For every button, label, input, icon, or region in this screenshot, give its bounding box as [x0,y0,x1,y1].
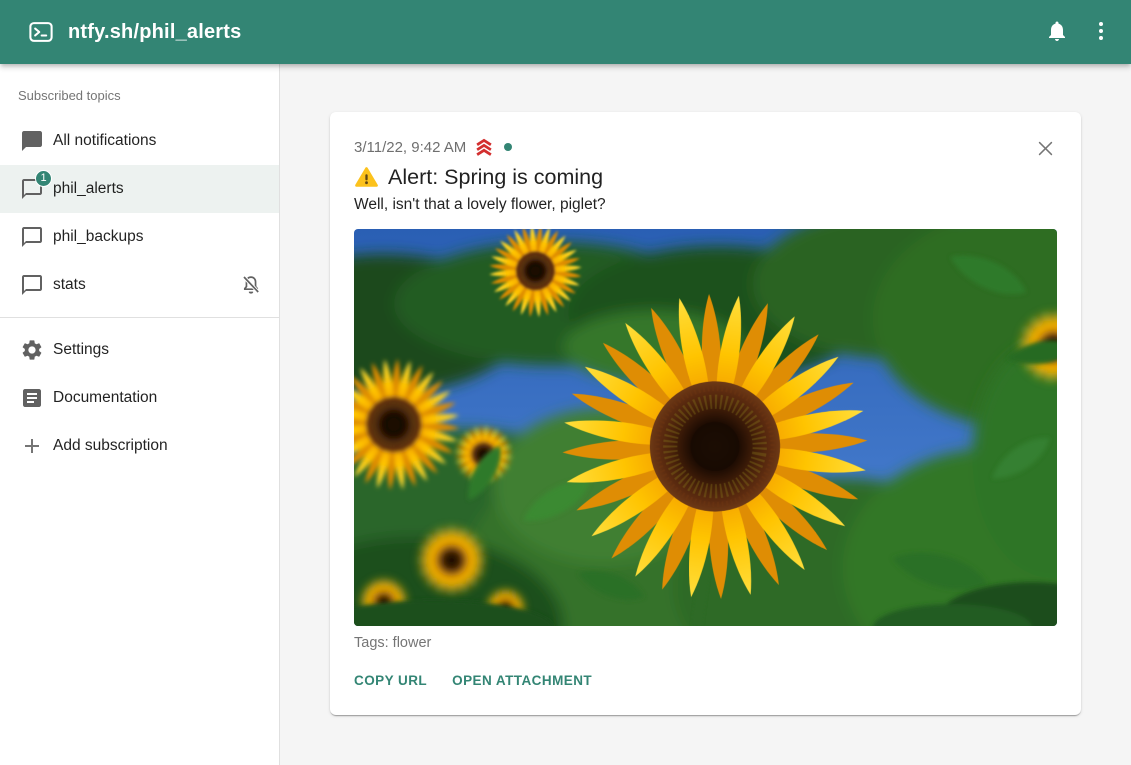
notification-card: 3/11/22, 9:42 AM A [330,112,1081,715]
page-title: ntfy.sh/phil_alerts [68,21,241,44]
sidebar-item-label: Add subscription [53,437,168,455]
sidebar-item-label: stats [53,276,86,294]
main-content: 3/11/22, 9:42 AM A [280,0,1131,715]
article-icon [20,386,44,410]
sidebar-item-label: phil_backups [53,228,143,246]
sidebar-item-add-subscription[interactable]: Add subscription [0,422,279,470]
sidebar-item-settings[interactable]: Settings [0,326,279,374]
chat-filled-icon [20,129,44,153]
notification-title-row: Alert: Spring is coming [354,165,1057,190]
notifications-muted-icon [239,273,263,297]
warning-emoji-icon [354,165,379,190]
sidebar-item-label: Settings [53,341,109,359]
unread-dot [504,143,512,151]
sidebar-item-phil-backups[interactable]: phil_backups [0,213,279,261]
notifications-bell-button[interactable] [1035,10,1079,54]
subscribed-topics-header: Subscribed topics [0,70,279,117]
open-attachment-button[interactable]: OPEN ATTACHMENT [444,664,600,697]
attachment-image-sunflowers[interactable] [354,229,1057,626]
app-bar: ntfy.sh/phil_alerts [0,0,1131,64]
unread-count-badge: 1 [35,170,52,187]
kebab-menu-icon [1089,19,1113,46]
chat-outline-icon [20,225,44,249]
notification-tags: Tags: flower [354,635,1057,651]
plus-icon [20,434,44,458]
notification-actions: COPY URL OPEN ATTACHMENT [346,664,1057,697]
notification-meta: 3/11/22, 9:42 AM [354,136,1057,158]
chat-outline-icon [20,273,44,297]
overflow-menu-button[interactable] [1079,10,1123,54]
bell-icon [1045,19,1069,46]
notification-body: Well, isn't that a lovely flower, piglet… [354,196,1057,214]
chat-outline-icon: 1 [20,177,44,201]
sidebar-item-phil-alerts[interactable]: 1 phil_alerts [0,165,279,213]
sidebar-item-all-notifications[interactable]: All notifications [0,117,279,165]
sidebar-item-stats[interactable]: stats [0,261,279,309]
close-notification-button[interactable] [1025,130,1065,170]
sidebar-item-label: All notifications [53,132,156,150]
gear-icon [20,338,44,362]
copy-url-button[interactable]: COPY URL [346,664,435,697]
sidebar-item-label: Documentation [53,389,157,407]
close-icon [1035,138,1056,162]
sidebar-divider [0,317,279,318]
sidebar-item-label: phil_alerts [53,180,124,198]
priority-max-icon [473,136,495,158]
sidebar: Subscribed topics All notifications 1 ph… [0,64,280,765]
notification-timestamp: 3/11/22, 9:42 AM [354,139,466,156]
sidebar-item-documentation[interactable]: Documentation [0,374,279,422]
notification-title: Alert: Spring is coming [388,165,603,190]
ntfy-terminal-logo-icon [28,19,54,45]
